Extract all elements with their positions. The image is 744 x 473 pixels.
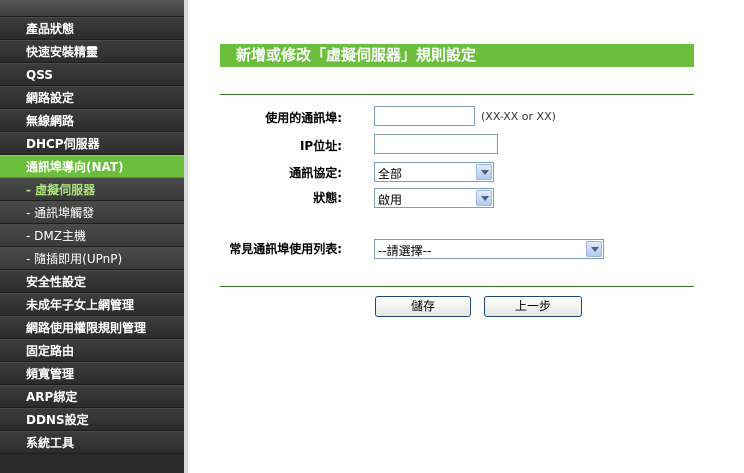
protocol-selected-value: 全部	[378, 167, 403, 181]
sidebar-item[interactable]: 網路使用權限規則管理	[0, 316, 184, 339]
chevron-down-icon[interactable]	[476, 190, 492, 206]
port-label: 使用的通訊埠:	[265, 111, 342, 125]
nav-list: 產品狀態 快速安裝精靈 QSS 網路設定 無線網路 DHCP伺服器 通訊埠導向(NAT) - …	[0, 17, 184, 454]
sidebar-item[interactable]: - DMZ主機	[0, 224, 184, 247]
common-ports-label: 常見通訊埠使用列表:	[229, 242, 342, 256]
sidebar-item[interactable]: - 隨插即用(UPnP)	[0, 247, 184, 270]
sidebar-item[interactable]: - 通訊埠觸發	[0, 201, 184, 224]
main-panel: 新增或修改「虛擬伺服器」規則設定 使用的通訊埠: (XX-XX or XX) I…	[188, 0, 744, 473]
common-ports-select[interactable]: --請選擇--	[374, 239, 604, 259]
ip-address-input[interactable]	[374, 134, 498, 154]
sidebar-item[interactable]: 快速安裝精靈	[0, 40, 184, 63]
chevron-down-icon[interactable]	[476, 164, 492, 180]
sidebar-item[interactable]: 未成年子女上網管理	[0, 293, 184, 316]
status-selected-value: 啟用	[378, 193, 403, 207]
ip-address-label: IP位址:	[299, 139, 342, 153]
sidebar-nav: 產品狀態 快速安裝精靈 QSS 網路設定 無線網路 DHCP伺服器 通訊埠導向(NAT) - …	[0, 0, 184, 473]
sidebar-item[interactable]: 無線網路	[0, 109, 184, 132]
sidebar-item[interactable]: 頻寬管理	[0, 362, 184, 385]
protocol-label: 通訊協定:	[289, 166, 342, 180]
top-divider-line	[220, 94, 694, 95]
page-title: 新增或修改「虛擬伺服器」規則設定	[220, 44, 694, 67]
back-button[interactable]: 上一步	[484, 296, 582, 317]
sidebar-item[interactable]: 固定路由	[0, 339, 184, 362]
status-label: 狀態:	[313, 191, 342, 205]
sidebar-item[interactable]: DDNS設定	[0, 408, 184, 431]
sidebar-item[interactable]: 系統工具	[0, 431, 184, 454]
sidebar-item[interactable]: 網路設定	[0, 86, 184, 109]
sidebar-item[interactable]: DHCP伺服器	[0, 132, 184, 155]
sidebar-item[interactable]: QSS	[0, 63, 184, 86]
sidebar-item[interactable]: 安全性設定	[0, 270, 184, 293]
common-ports-selected-value: --請選擇--	[378, 244, 432, 258]
status-select[interactable]: 啟用	[374, 188, 494, 208]
sidebar-item[interactable]: 產品狀態	[0, 17, 184, 40]
sidebar-top-cap	[0, 0, 184, 17]
sidebar-item[interactable]: 通訊埠導向(NAT)	[0, 155, 184, 178]
sidebar-item[interactable]: - 虛擬伺服器	[0, 178, 184, 201]
chevron-down-icon[interactable]	[586, 241, 602, 257]
protocol-select[interactable]: 全部	[374, 162, 494, 182]
port-format-hint: (XX-XX or XX)	[481, 110, 556, 123]
sidebar-item[interactable]: ARP綁定	[0, 385, 184, 408]
bottom-divider-line	[220, 286, 694, 287]
save-button[interactable]: 儲存	[375, 296, 471, 317]
port-input[interactable]	[374, 106, 475, 126]
